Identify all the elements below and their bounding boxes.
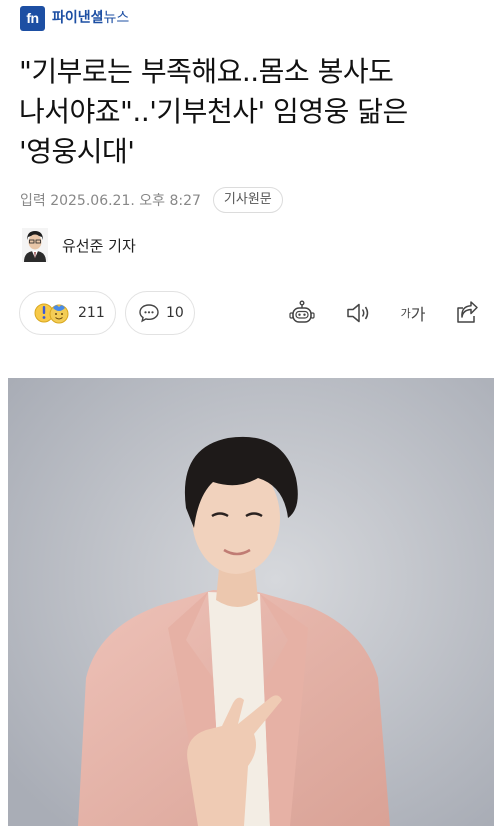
comment-button[interactable]: 10	[125, 291, 195, 335]
top-bar: fn 파이낸셜뉴스	[0, 0, 500, 38]
publisher-name[interactable]: 파이낸셜뉴스	[52, 9, 129, 27]
article-photo	[8, 378, 494, 826]
font-large-glyph: 가	[410, 305, 426, 324]
headline-line-1: "기부로는 부족해요..몸소 봉사도	[19, 55, 394, 88]
publisher-name-light: 뉴스	[103, 10, 130, 26]
action-row: 211 10 가가	[19, 291, 489, 335]
font-small-glyph: 가	[400, 307, 411, 320]
share-icon[interactable]	[451, 299, 481, 327]
original-article-button[interactable]: 기사원문	[212, 187, 283, 213]
robot-icon[interactable]	[287, 299, 317, 327]
reaction-button[interactable]: 211	[19, 291, 116, 335]
reaction-count: 211	[78, 305, 105, 321]
font-size-icon[interactable]: 가가	[395, 299, 431, 327]
reaction-emoji-icon	[34, 301, 72, 325]
headline-line-3: '영웅시대'	[19, 135, 135, 168]
comment-icon	[138, 303, 160, 323]
published-date: 입력 2025.06.21. 오후 8:27	[20, 193, 201, 209]
reporter-name: 유선준 기자	[62, 236, 136, 255]
comment-count: 10	[166, 305, 184, 321]
article-headline: "기부로는 부족해요..몸소 봉사도 나서야죠"..'기부천사' 임영웅 닮은 …	[19, 52, 489, 172]
speaker-icon[interactable]	[343, 299, 373, 327]
reporter-byline[interactable]: 유선준 기자	[22, 227, 136, 263]
reporter-avatar	[22, 228, 48, 262]
headline-line-2: 나서야죠"..'기부천사' 임영웅 닮은	[19, 95, 408, 128]
fn-logo[interactable]: fn	[20, 6, 45, 31]
publisher-name-bold: 파이낸셜	[52, 10, 104, 26]
article-meta: 입력 2025.06.21. 오후 8:27 기사원문	[20, 187, 283, 213]
